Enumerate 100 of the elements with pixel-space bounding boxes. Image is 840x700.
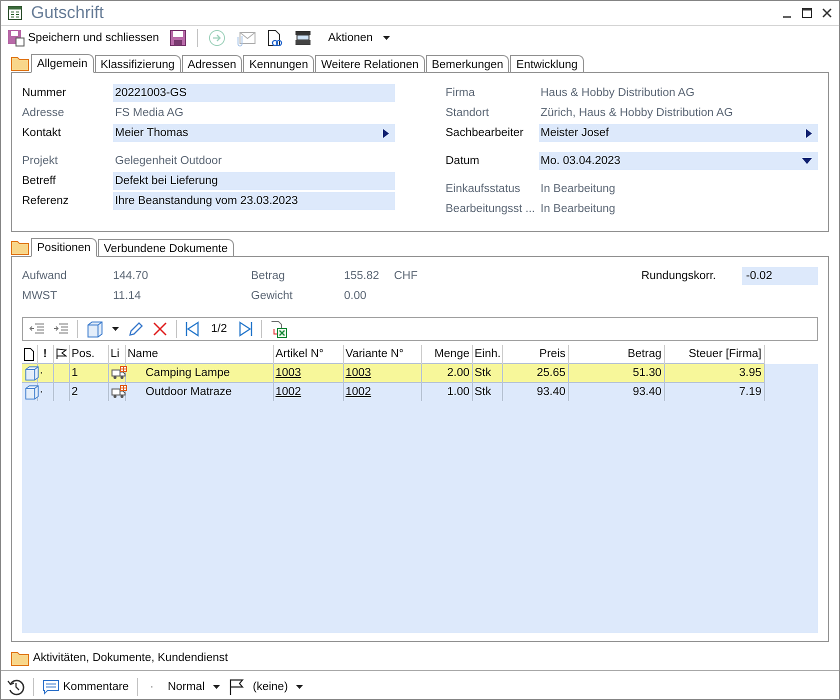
- tab[interactable]: Allgemein: [31, 54, 94, 73]
- save-icon[interactable]: [169, 29, 188, 47]
- field-value: In Bearbeitung: [540, 202, 616, 217]
- maximize-icon[interactable]: [801, 7, 813, 19]
- field-value: FS Media AG: [114, 106, 184, 121]
- form-icon: [7, 5, 23, 21]
- save-close-icon: [7, 29, 25, 47]
- field-label: Aufwand: [22, 269, 68, 284]
- field-value: Haus & Hobby Distribution AG: [540, 86, 696, 101]
- field-label: Gewicht: [251, 289, 294, 304]
- tab[interactable]: Weitere Relationen: [315, 55, 425, 72]
- table-cell: 25.65: [502, 364, 568, 382]
- outdent-icon[interactable]: [29, 322, 45, 336]
- delete-icon[interactable]: [152, 321, 168, 337]
- tab[interactable]: Entwicklung: [510, 55, 584, 72]
- caret-icon[interactable]: [802, 158, 812, 164]
- priority-dot: ·: [150, 681, 154, 693]
- flag-dropdown[interactable]: (keine): [252, 681, 288, 693]
- table-cell: Stk: [472, 382, 502, 401]
- table-link[interactable]: 1003: [343, 364, 421, 382]
- table-cell: 7.19: [664, 382, 764, 401]
- box-icon: [24, 365, 40, 381]
- window-title: Gutschrift: [31, 3, 104, 23]
- input-field[interactable]: Meister Josef: [538, 124, 818, 142]
- table-cell: Stk: [472, 364, 502, 382]
- table-cell: ·: [37, 382, 53, 401]
- currency-label: CHF: [394, 269, 419, 284]
- dropdown-caret-icon[interactable]: [296, 684, 304, 690]
- field-label: Standort: [446, 107, 490, 119]
- field-label: Betreff: [22, 175, 57, 187]
- pencil-icon[interactable]: [128, 321, 144, 337]
- tab[interactable]: Kennungen: [243, 55, 314, 72]
- input-field[interactable]: 20221003-GS: [113, 84, 394, 102]
- flag-icon[interactable]: [228, 678, 245, 696]
- document-link-icon[interactable]: [266, 29, 284, 47]
- tab[interactable]: Adressen: [182, 55, 242, 72]
- comments-button[interactable]: Kommentare: [42, 679, 129, 695]
- history-icon[interactable]: [7, 678, 25, 696]
- input-field[interactable]: Defekt bei Lieferung: [113, 172, 394, 190]
- save-close-button[interactable]: Speichern und schliessen: [7, 29, 160, 47]
- tab[interactable]: Positionen: [31, 238, 97, 257]
- truck-icon: [110, 385, 128, 399]
- folder-icon: [11, 240, 29, 255]
- table-row[interactable]: · 2 Outdoor Matraze 1002 1002 1.00 Stk 93.40 93.40 7.19: [22, 382, 818, 401]
- actions-menu-button[interactable]: Aktionen: [328, 32, 373, 44]
- field-value: Zürich, Haus & Hobby Distribution AG: [540, 106, 734, 121]
- dropdown-caret-icon[interactable]: [212, 684, 221, 690]
- table-cell: ·: [37, 364, 53, 382]
- table-cell: 93.40: [568, 382, 664, 401]
- table-cell: 2: [69, 382, 108, 401]
- caret-icon[interactable]: [382, 128, 388, 138]
- field-value: 0.00: [344, 289, 368, 304]
- caret-icon[interactable]: [806, 128, 812, 138]
- indent-icon[interactable]: [53, 322, 69, 336]
- section-title[interactable]: Aktivitäten, Dokumente, Kundendienst: [33, 652, 228, 664]
- field-label: Rundungskorr.: [641, 270, 716, 282]
- field-label: Firma: [446, 87, 476, 99]
- input-field[interactable]: Meier Thomas: [113, 124, 394, 142]
- last-page-icon[interactable]: [239, 321, 253, 337]
- excel-export-icon[interactable]: [270, 320, 288, 338]
- first-page-icon[interactable]: [185, 321, 199, 337]
- table-cell: 2.00: [421, 364, 472, 382]
- table-cell: Outdoor Matraze: [125, 382, 273, 401]
- table-row[interactable]: · 1 Camping Lampe 1003 1003 2.00 Stk 25.65 51.30 3.95: [22, 364, 818, 382]
- tab[interactable]: Klassifizierung: [94, 55, 181, 72]
- folder-icon: [11, 56, 29, 71]
- dropdown-caret-icon[interactable]: [382, 36, 391, 40]
- input-field[interactable]: -0.02: [742, 267, 818, 285]
- field-label: Projekt: [22, 155, 59, 167]
- tab[interactable]: Bemerkungen: [426, 55, 510, 72]
- truck-icon: [110, 366, 128, 380]
- table-cell: 1: [69, 364, 108, 382]
- dropdown-caret-icon[interactable]: [112, 326, 120, 332]
- page-indicator: 1/2: [211, 323, 227, 335]
- field-label: Einkaufsstatus: [446, 183, 522, 195]
- table-cell: 1.00: [421, 382, 472, 401]
- field-label: Kontakt: [22, 127, 62, 139]
- box-icon[interactable]: [86, 320, 104, 338]
- field-label: Sachbearbeiter: [446, 127, 524, 139]
- close-icon[interactable]: [821, 7, 833, 19]
- field-label: Adresse: [22, 107, 66, 119]
- field-label: Referenz: [22, 195, 70, 207]
- flag-icon[interactable]: [56, 348, 66, 360]
- field-value: 144.70: [113, 269, 150, 284]
- table-link[interactable]: 1003: [273, 364, 343, 382]
- field-value: 155.82: [344, 269, 380, 284]
- folder-icon: [11, 650, 29, 666]
- priority-dropdown[interactable]: Normal: [168, 681, 205, 693]
- table-link[interactable]: 1002: [343, 382, 421, 401]
- field-label: Datum: [446, 155, 480, 167]
- scanner-icon[interactable]: [294, 29, 312, 47]
- tab[interactable]: Verbundene Dokumente: [98, 239, 234, 256]
- field-label: Bearbeitungsst ...: [446, 203, 536, 215]
- field-label: Nummer: [22, 87, 68, 99]
- table-link[interactable]: 1002: [273, 382, 343, 401]
- field-label: MWST: [22, 289, 58, 304]
- comment-icon: [42, 679, 60, 695]
- table-cell: 51.30: [568, 364, 664, 382]
- input-field[interactable]: Mo. 03.04.2023: [538, 152, 818, 170]
- input-field[interactable]: Ihre Beanstandung vom 23.03.2023: [113, 192, 394, 210]
